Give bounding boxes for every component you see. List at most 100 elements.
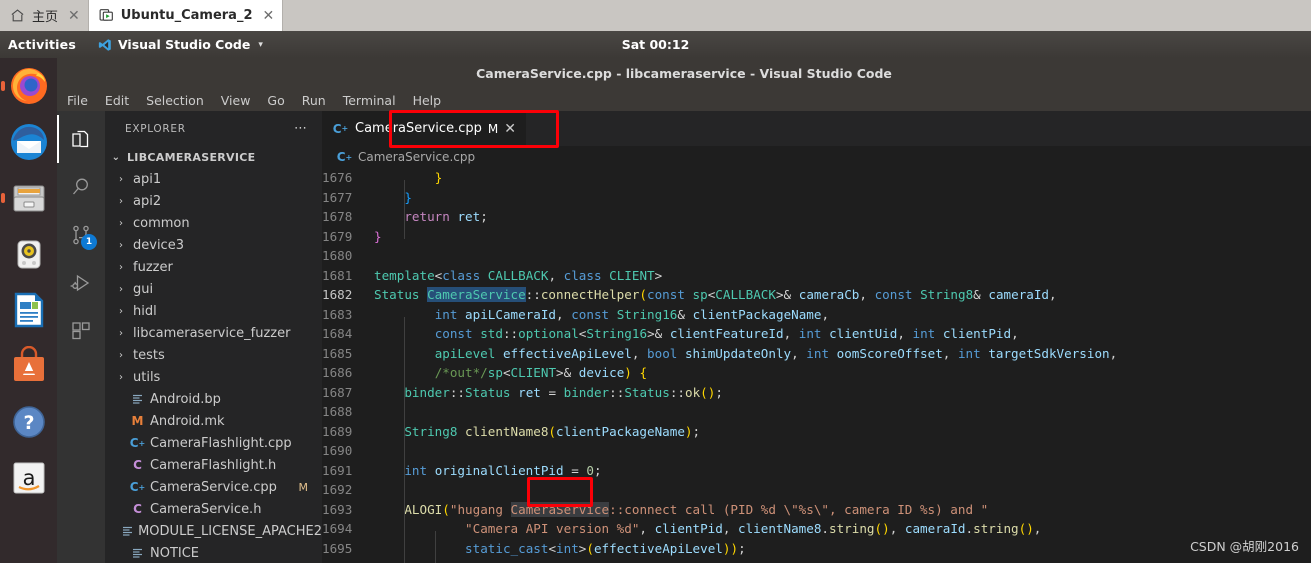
line-text <box>374 558 1311 563</box>
code-line: 1693 ALOGI("hugang CameraService::connec… <box>322 500 1311 532</box>
activity-item-source-control[interactable]: 1 <box>57 211 105 259</box>
vscode-title-bar: CameraService.cpp - libcameraservice - V… <box>57 58 1311 89</box>
dock-item-libreoffice-writer[interactable] <box>0 282 57 338</box>
explorer-file-module-license-apache2[interactable]: MODULE_LICENSE_APACHE2 <box>105 520 322 542</box>
virtual-machine-icon <box>99 9 113 21</box>
activity-item-run-debug[interactable] <box>57 259 105 307</box>
tab-highlight-box <box>389 110 559 148</box>
line-number: 1687 <box>322 384 353 400</box>
editor-area: C + CameraService.cpp M ✕ C + CameraServic… <box>322 111 1311 563</box>
line-text: } <box>404 170 443 200</box>
menu-go[interactable]: Go <box>267 93 284 108</box>
cpp-file-icon: C + <box>332 121 349 136</box>
line-text: static_cast<int>(effectiveApiLevel)); <box>404 540 746 563</box>
thunderbird-icon <box>10 124 47 160</box>
explorer-folder-hidl[interactable]: › hidl <box>105 300 322 322</box>
cpp-file-icon: C + <box>336 150 353 164</box>
explorer-folder-api2[interactable]: › api2 <box>105 190 322 212</box>
dock-item-amazon[interactable]: a <box>0 450 57 506</box>
chevron-right-icon: › <box>119 327 123 339</box>
line-number: 1679 <box>322 228 353 244</box>
chevron-right-icon: › <box>119 349 123 361</box>
chevron-down-icon[interactable]: ▾ <box>258 40 263 50</box>
chevron-right-icon: › <box>119 195 123 207</box>
activity-item-extensions[interactable] <box>57 307 105 355</box>
code-line: 1691 int originalClientPid = 0; <box>322 461 1311 493</box>
cpp-file-icon: C + <box>129 436 146 450</box>
code-line: 1677 } <box>322 188 1311 220</box>
line-text: Status CameraService::connectHelper(cons… <box>374 287 1057 302</box>
explorer-file-cameraservice-h[interactable]: C CameraService.h <box>105 498 322 520</box>
menu-run[interactable]: Run <box>302 93 326 108</box>
code-line: 1689 String8 clientName8(clientPackageNa… <box>322 422 1311 454</box>
explorer-file-cameraservice-cpp[interactable]: C + CameraService.cpp M <box>105 476 322 498</box>
files-icon <box>72 130 89 148</box>
dock-item-files[interactable] <box>0 170 57 226</box>
explorer-folder-libcameraservice-fuzzer[interactable]: › libcameraservice_fuzzer <box>105 322 322 344</box>
list-file-icon <box>121 525 134 538</box>
browser-tab-ubuntu-camera-2[interactable]: Ubuntu_Camera_2 ✕ <box>87 0 284 31</box>
explorer-file-android-bp[interactable]: Android.bp <box>105 388 322 410</box>
menu-edit[interactable]: Edit <box>105 93 129 108</box>
dock-item-thunderbird[interactable] <box>0 114 57 170</box>
gnome-top-bar: Activities Visual Studio Code ▾ Sat 00:1… <box>0 31 1311 58</box>
ubuntu-dock: ? a <box>0 58 57 563</box>
explorer-file-cameraflashlight-h[interactable]: C CameraFlashlight.h <box>105 454 322 476</box>
line-text: } <box>374 228 382 244</box>
explorer-folder-common[interactable]: › common <box>105 212 322 234</box>
c-header-icon: C <box>133 458 142 472</box>
explorer-root-folder[interactable]: ⌄ LIBCAMERASERVICE <box>105 146 322 168</box>
firefox-icon <box>10 68 47 104</box>
explorer-item-label: CameraService.cpp <box>150 479 277 495</box>
explorer-folder-api1[interactable]: › api1 <box>105 168 322 190</box>
explorer-folder-gui[interactable]: › gui <box>105 278 322 300</box>
explorer-file-cameraflashlight-cpp[interactable]: C + CameraFlashlight.cpp <box>105 432 322 454</box>
breadcrumb[interactable]: C + CameraService.cpp <box>322 146 1311 168</box>
more-actions-icon[interactable]: ⋯ <box>294 121 308 136</box>
line-text: return ret; <box>404 209 488 239</box>
explorer-folder-utils[interactable]: › utils <box>105 366 322 388</box>
browser-tab-ubuntu-camera-2-title: Ubuntu_Camera_2 <box>120 8 253 23</box>
list-file-icon <box>129 393 146 406</box>
explorer-folder-fuzzer[interactable]: › fuzzer <box>105 256 322 278</box>
line-number: 1694 <box>322 521 353 536</box>
ubuntu-software-icon <box>13 346 44 381</box>
menu-terminal[interactable]: Terminal <box>343 93 396 108</box>
menu-help[interactable]: Help <box>413 93 442 108</box>
chevron-right-icon: › <box>119 305 123 317</box>
vscode-icon <box>98 38 111 51</box>
close-icon[interactable]: ✕ <box>68 9 80 23</box>
explorer-item-label: api2 <box>133 193 162 209</box>
explorer-file-notice[interactable]: NOTICE <box>105 542 322 563</box>
line-text: /*out*/sp<CLIENT>& device) { <box>404 365 648 395</box>
explorer-item-label: common <box>133 215 190 231</box>
line-text <box>374 441 1311 473</box>
source-control-badge: 1 <box>81 234 97 250</box>
chevron-down-icon: ⌄ <box>111 151 121 163</box>
explorer-folder-tests[interactable]: › tests <box>105 344 322 366</box>
explorer-folder-device3[interactable]: › device3 <box>105 234 322 256</box>
close-icon[interactable]: ✕ <box>263 9 275 23</box>
dock-item-rhythmbox[interactable] <box>0 226 57 282</box>
menu-selection[interactable]: Selection <box>146 93 204 108</box>
dock-item-firefox[interactable] <box>0 58 57 114</box>
line-text: ALOGI("hugang CameraService::connect cal… <box>404 501 989 532</box>
line-number: 1682 <box>322 287 353 302</box>
browser-tab-home[interactable]: 主页 ✕ <box>0 0 88 31</box>
svg-text:a: a <box>22 466 35 490</box>
dock-item-ubuntu-software[interactable] <box>0 338 57 394</box>
explorer-sidebar: EXPLORER ⋯ ⌄ LIBCAMERASERVICE › api1 › a… <box>105 111 322 563</box>
menu-file[interactable]: File <box>67 93 88 108</box>
explorer-file-android-mk[interactable]: M Android.mk <box>105 410 322 432</box>
gnome-app-menu[interactable]: Visual Studio Code ▾ <box>98 37 263 52</box>
activity-item-search[interactable] <box>57 163 105 211</box>
activities-button[interactable]: Activities <box>0 37 76 52</box>
code-content[interactable]: 1676 } 1677 } 1678 return ret; 1679} 16… <box>322 168 1311 563</box>
line-number: 1692 <box>322 482 353 497</box>
browser-tab-strip: 主页 ✕ Ubuntu_Camera_2 ✕ <box>0 0 1311 31</box>
activity-item-explorer[interactable] <box>57 115 105 163</box>
line-text: "Camera API version %d", clientPid, clie… <box>404 521 1042 551</box>
dock-item-help[interactable]: ? <box>0 394 57 450</box>
line-text: String8 clientName8(clientPackageName); <box>404 423 701 454</box>
menu-view[interactable]: View <box>221 93 251 108</box>
